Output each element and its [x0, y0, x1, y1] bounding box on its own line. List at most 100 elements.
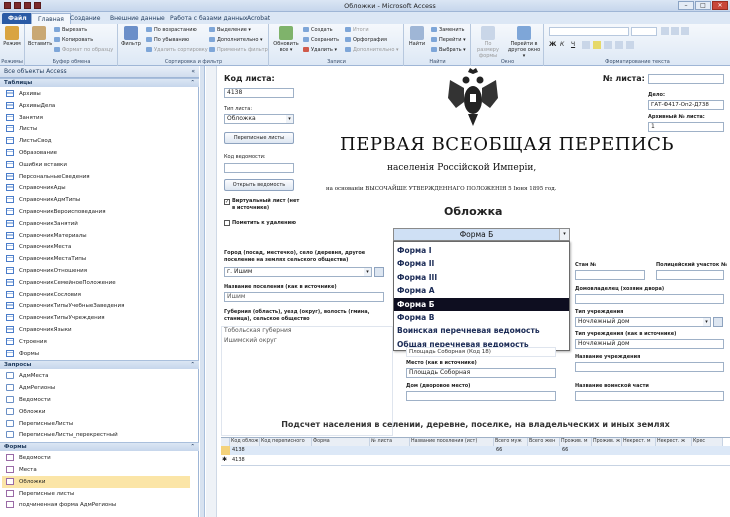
- grid-column-header[interactable]: Крес: [692, 438, 723, 446]
- delete-record-button[interactable]: Удалить ▾: [303, 47, 337, 54]
- paste-button[interactable]: Вставить: [28, 26, 52, 47]
- nav-item[interactable]: АдмРегионы: [6, 382, 55, 394]
- font-size-box[interactable]: [631, 27, 657, 36]
- nav-section-forms[interactable]: Формы ⌃: [0, 442, 199, 452]
- nav-item[interactable]: СправочникСемейноеПоложение: [6, 277, 116, 289]
- grid-column-header[interactable]: Всего жен: [528, 438, 560, 446]
- gorod-dropdown-icon[interactable]: ▾: [364, 268, 371, 276]
- nav-item[interactable]: подчиненная форма АдмРегионы: [6, 499, 116, 511]
- nav-pane-collapse-icon[interactable]: «: [191, 66, 195, 78]
- domovl-field[interactable]: [575, 294, 724, 304]
- nav-item[interactable]: Формы: [6, 348, 39, 360]
- undo-icon[interactable]: [24, 2, 31, 9]
- nav-item[interactable]: Строения: [6, 336, 47, 348]
- grid-column-header[interactable]: Некрест. м: [622, 438, 656, 446]
- copy-button[interactable]: Копировать: [54, 37, 93, 44]
- nav-item[interactable]: Архивы: [6, 88, 41, 100]
- delo-field[interactable]: ГАТ-Ф417-Оп2-Д738: [648, 100, 724, 110]
- nav-item[interactable]: Занятия: [6, 112, 43, 124]
- format-painter-button[interactable]: Формат по образцу: [54, 47, 113, 54]
- align-left-icon[interactable]: [604, 41, 612, 49]
- totals-button[interactable]: Итоги: [345, 27, 369, 34]
- nav-item[interactable]: СправочникТипыУчреждения: [6, 312, 105, 324]
- close-button[interactable]: ✕: [712, 1, 728, 10]
- nomer-lista-field[interactable]: [648, 74, 724, 84]
- nav-item[interactable]: ПерсональныеСведения: [6, 171, 90, 183]
- grid-cell[interactable]: 4138: [230, 456, 260, 465]
- voin-field[interactable]: [575, 391, 724, 401]
- more-records-button[interactable]: Дополнительно ▾: [345, 47, 399, 54]
- new-record-button[interactable]: Создать: [303, 27, 333, 34]
- quick-access-toolbar[interactable]: [4, 2, 56, 10]
- nav-item[interactable]: Переписные листы: [6, 488, 74, 500]
- cut-button[interactable]: Вырезать: [54, 27, 87, 34]
- maximize-button[interactable]: □: [695, 1, 711, 10]
- nav-item[interactable]: СправочникВероисповедания: [6, 206, 106, 218]
- size-to-form-button[interactable]: По размеру формы: [474, 26, 502, 59]
- gorod-combo[interactable]: г. Ишим: [224, 267, 372, 277]
- chevron-up-icon[interactable]: ⌃: [190, 361, 195, 370]
- nav-item[interactable]: ПереписныеЛисты_перекрестный: [6, 429, 118, 441]
- find-button[interactable]: Найти: [406, 26, 428, 47]
- advanced-filter-button[interactable]: Дополнительно ▾: [209, 37, 263, 44]
- nav-pane-header[interactable]: Все объекты Access «: [0, 66, 199, 78]
- tip-uchr-src-field[interactable]: Ночлежный дом: [575, 339, 724, 349]
- tip-lista-combo[interactable]: Обложка: [224, 114, 294, 124]
- grid-column-header[interactable]: Некрест. ж: [656, 438, 692, 446]
- grid-column-header[interactable]: Форма: [312, 438, 370, 446]
- nav-item[interactable]: Ошибки вставки: [6, 159, 67, 171]
- grid-cell[interactable]: 66: [494, 446, 528, 455]
- spelling-button[interactable]: Орфография: [345, 37, 387, 44]
- nav-item[interactable]: СправочникСословия: [6, 289, 81, 301]
- grid-corner[interactable]: [221, 438, 230, 446]
- underline-icon[interactable]: Ч: [571, 41, 579, 49]
- bold-icon[interactable]: Ж: [549, 41, 557, 49]
- filter-button[interactable]: Фильтр: [120, 26, 142, 47]
- minimize-button[interactable]: –: [678, 1, 694, 10]
- grid-column-header[interactable]: Код облож: [230, 438, 260, 446]
- redo-icon[interactable]: [34, 2, 41, 9]
- otkryt-vedomost-button[interactable]: Открыть ведомость: [224, 179, 294, 191]
- nav-item[interactable]: СправочникМатериалы: [6, 230, 87, 242]
- list-bullet-icon[interactable]: [661, 27, 669, 35]
- tip-uchr-dropdown-icon[interactable]: ▾: [703, 318, 710, 326]
- nav-item[interactable]: Обложки: [6, 406, 45, 418]
- new-record-marker[interactable]: ✱: [222, 456, 227, 463]
- record-selector-strip[interactable]: [206, 66, 217, 517]
- sort-asc-button[interactable]: По возрастанию: [146, 27, 197, 34]
- nav-pane-splitter[interactable]: [200, 66, 205, 517]
- chevron-up-icon[interactable]: ⌃: [190, 443, 195, 452]
- nav-item[interactable]: ЛистыСвод: [6, 135, 52, 147]
- switch-windows-button[interactable]: Перейти в другое окно ▾: [506, 26, 542, 59]
- goto-button[interactable]: Перейти ▾: [431, 37, 466, 44]
- nav-item[interactable]: Ведомости: [6, 394, 51, 406]
- tip-lista-dropdown-icon[interactable]: ▾: [286, 115, 293, 123]
- grid-column-header[interactable]: Всего муж: [494, 438, 528, 446]
- nav-item[interactable]: СправочникАды: [6, 182, 66, 194]
- ulitsa-field[interactable]: Площадь Соборная (Код 18): [406, 347, 556, 357]
- refresh-all-button[interactable]: Обновить все ▾: [272, 26, 300, 53]
- replace-button[interactable]: Заменить: [431, 27, 465, 34]
- nav-item[interactable]: Образование: [6, 147, 57, 159]
- grid-column-header[interactable]: Прожив. ж: [592, 438, 622, 446]
- perepisnye-listy-button[interactable]: Переписные листы: [224, 132, 294, 144]
- arch-nomer-field[interactable]: 1: [648, 122, 724, 132]
- record-selector[interactable]: [221, 446, 230, 455]
- grid-column-header[interactable]: № листа: [370, 438, 410, 446]
- forma-combo[interactable]: Форма Б ▾: [393, 228, 570, 241]
- align-center-icon[interactable]: [615, 41, 623, 49]
- naz-pos-field[interactable]: Ишим: [224, 292, 384, 302]
- forma-option[interactable]: Форма А: [394, 284, 569, 297]
- nav-item[interactable]: СправочникМеста: [6, 241, 71, 253]
- remove-sort-button[interactable]: Удалить сортировку: [146, 47, 208, 54]
- font-name-box[interactable]: [549, 27, 629, 36]
- grid-cell[interactable]: 66: [560, 446, 592, 455]
- kod-lista-field[interactable]: 4138: [224, 88, 294, 98]
- grid-cell[interactable]: 4138: [230, 446, 260, 455]
- save-icon[interactable]: [14, 2, 21, 9]
- grid-column-header[interactable]: Код переписного: [260, 438, 312, 446]
- indent-icon[interactable]: [681, 27, 689, 35]
- save-record-button[interactable]: Сохранить: [303, 37, 339, 44]
- list-number-icon[interactable]: [671, 27, 679, 35]
- kod-vedomosti-field[interactable]: [224, 163, 294, 173]
